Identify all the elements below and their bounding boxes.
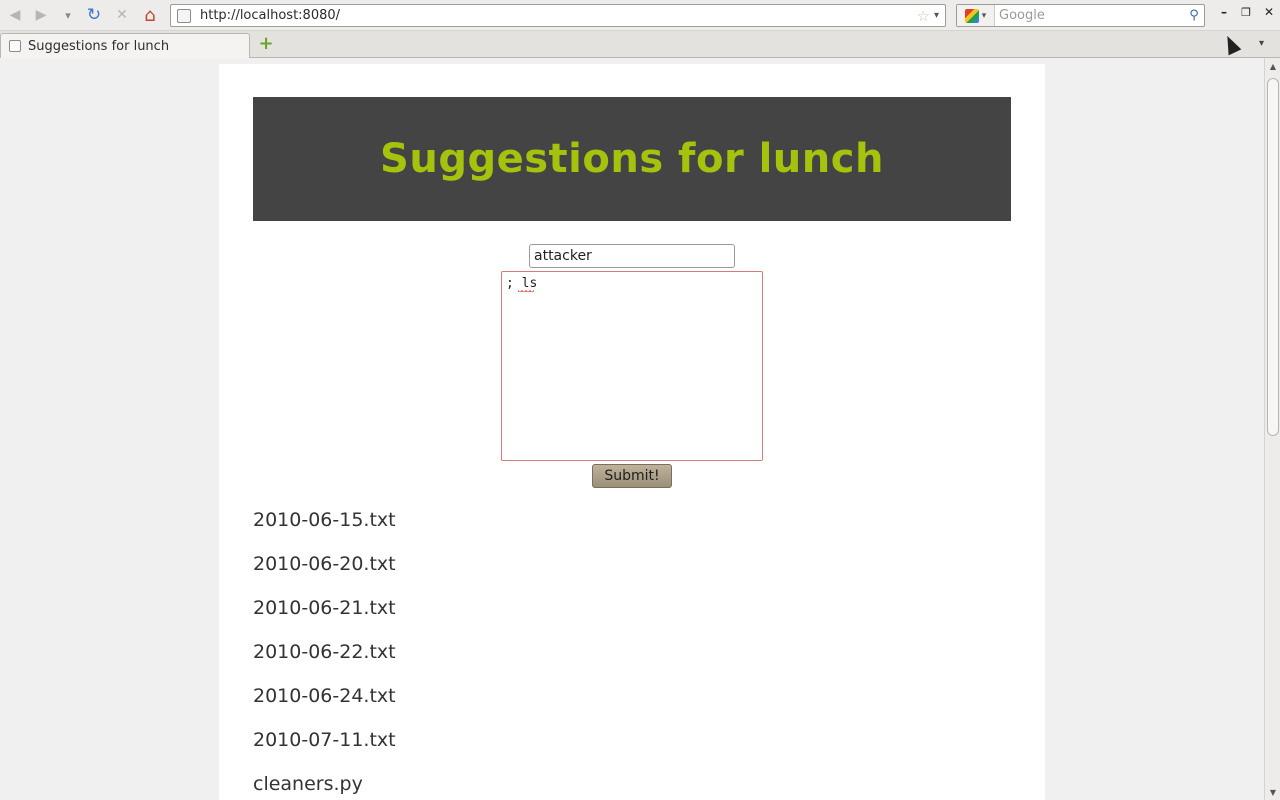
tab-list-dropdown-icon[interactable]: ▾ [1259,38,1264,49]
maximize-window-icon[interactable]: ❐ [1236,3,1256,21]
scroll-up-icon[interactable]: ▲ [1265,58,1280,74]
google-logo-icon [964,8,979,23]
file-list-item: 2010-06-24.txt [253,685,396,707]
stop-icon[interactable]: ✕ [111,5,133,25]
page-title: Suggestions for lunch [380,136,884,182]
history-dropdown-icon[interactable]: ▾ [57,5,79,25]
tab-strip: Suggestions for lunch + ▾ [0,31,1280,58]
spellcheck-underline [518,290,534,294]
file-list-item: cleaners.py [253,773,363,795]
tab-suggestions-for-lunch[interactable]: Suggestions for lunch [0,33,250,58]
page-header-banner: Suggestions for lunch [253,97,1011,221]
new-tab-icon[interactable]: + [257,35,275,54]
home-icon[interactable]: ⌂ [139,5,161,26]
page-viewport: Suggestions for lunch ; ls Submit! 2010-… [0,58,1264,800]
bookmark-star-icon[interactable]: ☆ [917,7,930,25]
file-list-item: 2010-07-11.txt [253,729,396,751]
magnifier-search-icon[interactable]: ⚲ [1184,8,1204,23]
web-search-input[interactable] [995,6,1184,25]
file-list-item: 2010-06-22.txt [253,641,396,663]
file-list: 2010-06-15.txt 2010-06-20.txt 2010-06-21… [253,504,396,800]
reload-icon[interactable]: ↻ [83,5,105,25]
forward-arrow-icon[interactable]: ▶ [30,5,52,25]
web-search-bar: ▾ ⚲ [956,4,1205,27]
submit-button[interactable]: Submit! [592,464,672,488]
scroll-down-icon[interactable]: ▼ [1265,784,1280,800]
file-list-item: 2010-06-21.txt [253,597,396,619]
page-favicon-icon [9,40,21,52]
site-identity-icon[interactable] [177,8,191,23]
file-list-item: 2010-06-20.txt [253,553,396,575]
url-text[interactable]: http://localhost:8080/ [200,8,917,23]
file-list-item: 2010-06-15.txt [253,509,396,531]
url-bar[interactable]: http://localhost:8080/ ☆ ▾ [170,4,946,27]
tab-title: Suggestions for lunch [28,38,170,54]
navigation-toolbar: ◀ ▶ ▾ ↻ ✕ ⌂ http://localhost:8080/ ☆ ▾ ▾… [0,0,1280,31]
url-history-dropdown-icon[interactable]: ▾ [934,10,939,21]
close-window-icon[interactable]: ✕ [1259,3,1279,21]
chevron-down-icon: ▾ [981,10,987,21]
back-arrow-icon[interactable]: ◀ [4,5,26,25]
scrollbar-thumb[interactable] [1267,78,1279,436]
minimize-window-icon[interactable]: – [1214,3,1234,21]
vertical-scrollbar[interactable]: ▲ ▼ [1264,58,1280,800]
page-container: Suggestions for lunch ; ls Submit! 2010-… [219,64,1045,800]
search-engine-selector[interactable]: ▾ [957,5,995,26]
suggestion-textarea[interactable]: ; ls [501,271,763,461]
name-input[interactable] [529,244,735,268]
